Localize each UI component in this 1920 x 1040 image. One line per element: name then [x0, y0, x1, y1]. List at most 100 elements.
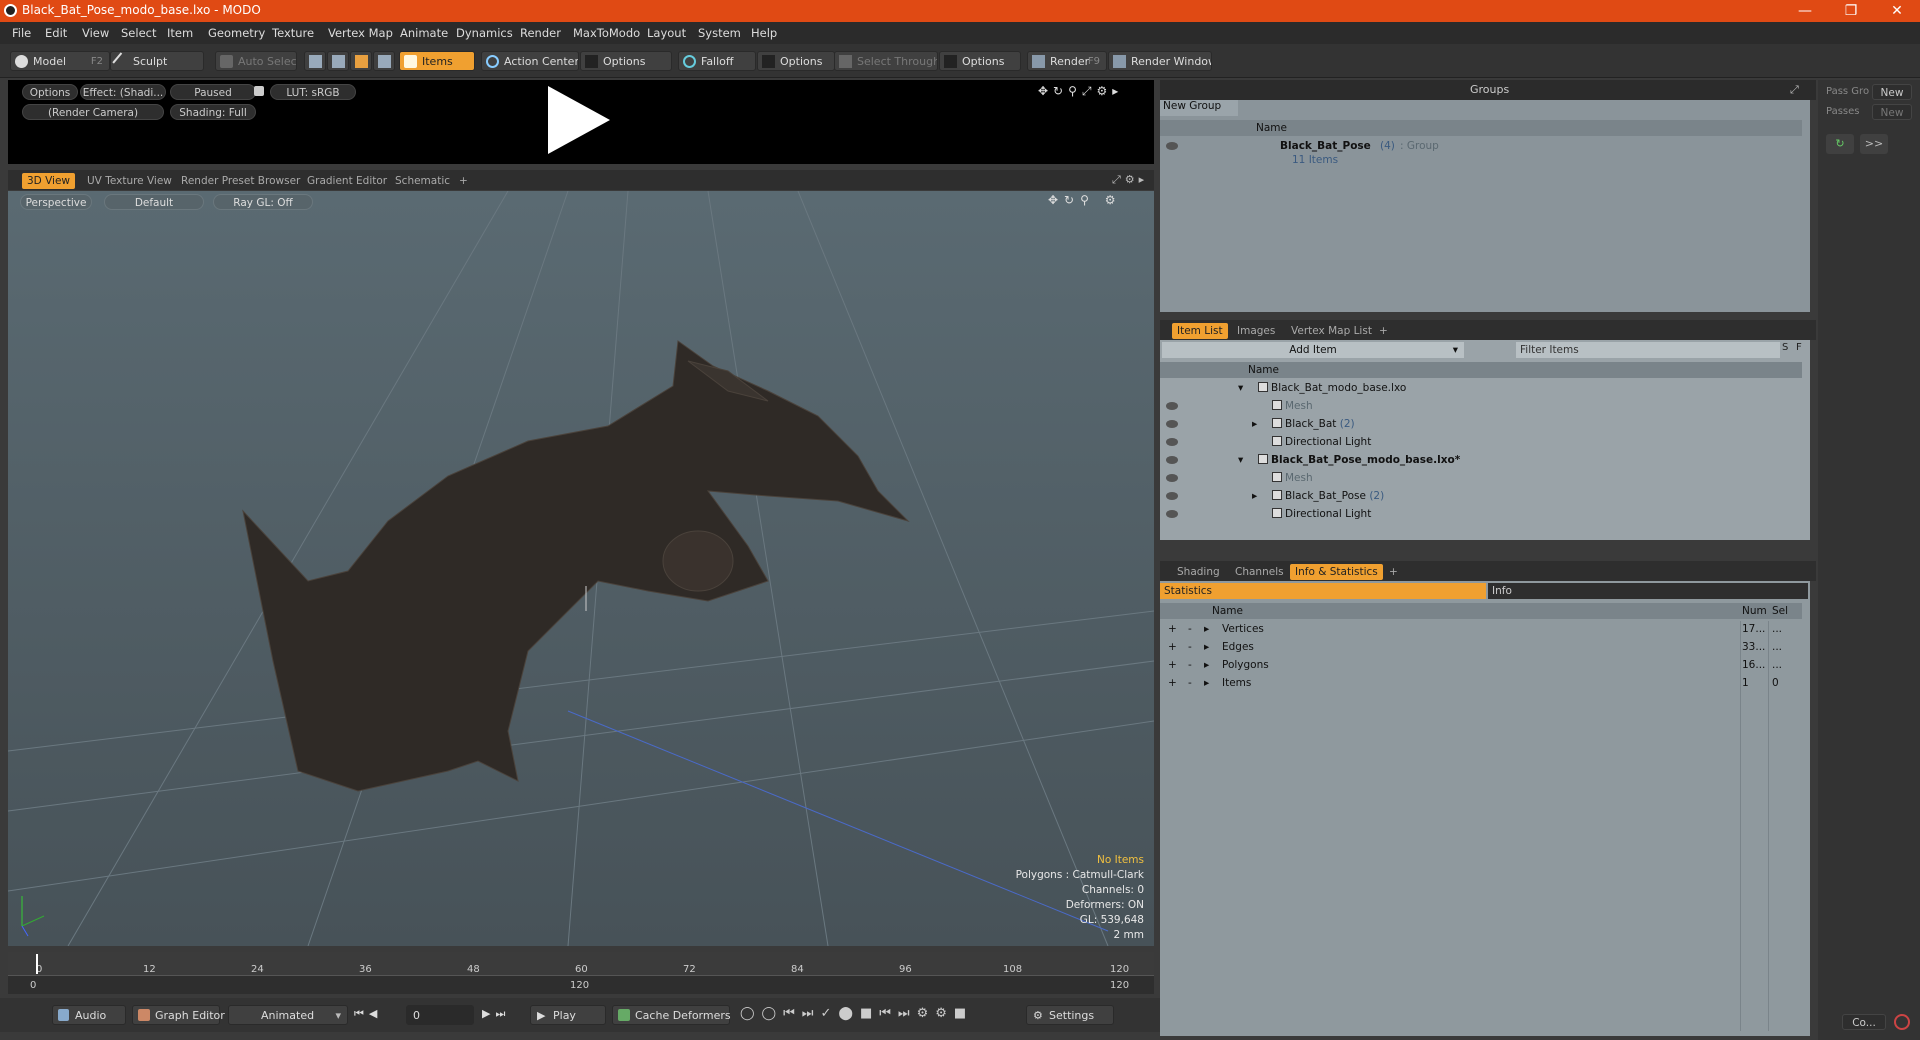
remove-icon[interactable]: -	[1188, 641, 1192, 653]
3d-viewport[interactable]: Perspective Default Ray GL: Off ✥↻⚲ ⚙ No…	[8, 191, 1154, 946]
filter-items-input[interactable]: Filter Items	[1516, 342, 1780, 358]
restore-icon[interactable]: ❐	[1828, 0, 1874, 22]
range-start[interactable]: 0	[30, 980, 36, 991]
tab-item-list[interactable]: Item List	[1172, 323, 1228, 339]
falloff-options-button[interactable]: Options	[757, 51, 835, 71]
close-icon[interactable]: ✕	[1874, 0, 1920, 22]
settings-button[interactable]: ⚙ Settings	[1026, 1005, 1114, 1025]
new-group-button[interactable]: New Group	[1160, 100, 1238, 116]
cache-deformers-button[interactable]: Cache Deformers	[612, 1005, 731, 1025]
tab-info-statistics[interactable]: Info & Statistics	[1290, 564, 1383, 580]
tab-statistics[interactable]: Statistics	[1160, 583, 1486, 599]
preview-options-button[interactable]: Options	[22, 84, 78, 100]
new-pass-group-button[interactable]: New	[1872, 84, 1912, 100]
visibility-eye-icon[interactable]	[1166, 456, 1178, 464]
items-mode-button[interactable]: Items	[399, 51, 475, 71]
chevron-right-icon[interactable]: ▸	[1252, 418, 1257, 430]
graph-editor-button[interactable]: Graph Editor	[132, 1005, 225, 1025]
preview-effect-dropdown[interactable]: Effect: (Shadi...	[80, 84, 166, 100]
panel-controls-icons[interactable]: ⤢⚙▸	[1112, 173, 1148, 187]
projection-dropdown[interactable]: Perspective	[20, 194, 92, 210]
tab-3d-view[interactable]: 3D View	[22, 173, 76, 189]
preview-camera-dropdown[interactable]: (Render Camera)	[22, 104, 164, 120]
refresh-icon[interactable]: ↻	[1826, 134, 1854, 154]
tab-images[interactable]: Images	[1232, 323, 1280, 339]
preview-nav-icons[interactable]: ✥↻⚲⤢⚙▸	[1038, 84, 1123, 99]
add-icon[interactable]: +	[1168, 641, 1177, 653]
remove-icon[interactable]: -	[1188, 677, 1192, 689]
visibility-eye-icon[interactable]	[1166, 142, 1178, 150]
tab-channels[interactable]: Channels	[1230, 564, 1289, 580]
select-through-options-button[interactable]: Options	[939, 51, 1021, 71]
tab-render-preset-browser[interactable]: Render Preset Browser	[176, 173, 305, 189]
auto-select-button[interactable]: Auto Select	[215, 51, 297, 71]
select-polygons-button[interactable]	[350, 51, 372, 71]
play-icon[interactable]	[548, 86, 610, 154]
tab-shading[interactable]: Shading	[1172, 564, 1225, 580]
menu-edit[interactable]: Edit	[45, 26, 67, 40]
chevron-down-icon[interactable]: ▾	[1238, 382, 1243, 394]
menu-texture[interactable]: Texture	[272, 26, 314, 40]
shading-style-dropdown[interactable]: Default	[104, 194, 204, 210]
add-tab-button[interactable]: +	[1374, 323, 1393, 339]
animated-dropdown[interactable]: Animated ▾	[228, 1005, 348, 1025]
tab-schematic[interactable]: Schematic	[390, 173, 455, 189]
list-item[interactable]: Mesh	[1160, 470, 1802, 488]
action-center-options-button[interactable]: Options	[580, 51, 672, 71]
model-mode-button[interactable]: Model F2	[10, 51, 110, 71]
preview-lut-dropdown[interactable]: LUT: sRGB	[270, 84, 356, 100]
new-pass-button[interactable]: New	[1872, 104, 1912, 120]
add-tab-button[interactable]: +	[1384, 564, 1403, 580]
visibility-eye-icon[interactable]	[1166, 492, 1178, 500]
more-button[interactable]: >>	[1860, 134, 1888, 154]
viewport-nav-icons[interactable]: ✥↻⚲ ⚙	[1048, 193, 1121, 207]
add-icon[interactable]: +	[1168, 623, 1177, 635]
action-center-button[interactable]: Action Center	[481, 51, 579, 71]
render-window-button[interactable]: Render Window	[1108, 51, 1212, 71]
chevron-right-icon[interactable]: ▸	[1204, 659, 1209, 671]
timeline-ruler[interactable]: 0 12 24 36 48 60 72 84 96 108 120	[8, 952, 1154, 976]
frame-step-back-icons[interactable]: ⏮◀	[354, 1007, 382, 1021]
range-end[interactable]: 120	[1110, 980, 1129, 991]
list-item[interactable]: ▾ Black_Bat_modo_base.lxo	[1160, 380, 1802, 398]
list-item[interactable]: ▾ Black_Bat_Pose_modo_base.lxo*	[1160, 452, 1802, 470]
chevron-right-icon[interactable]: ▸	[1204, 623, 1209, 635]
chevron-right-icon[interactable]: ▸	[1252, 490, 1257, 502]
menu-animate[interactable]: Animate	[400, 26, 448, 40]
add-tab-button[interactable]: +	[454, 173, 473, 189]
menu-select[interactable]: Select	[121, 26, 156, 40]
add-icon[interactable]: +	[1168, 659, 1177, 671]
add-icon[interactable]: +	[1168, 677, 1177, 689]
select-vertices-button[interactable]	[304, 51, 326, 71]
chevron-right-icon[interactable]: ▸	[1204, 677, 1209, 689]
table-row[interactable]: + - ▸ Edges 33... ...	[1160, 639, 1802, 657]
current-frame-field[interactable]: 0	[406, 1005, 474, 1025]
preview-shading-dropdown[interactable]: Shading: Full	[170, 104, 256, 120]
menu-view[interactable]: View	[82, 26, 109, 40]
frame-step-forward-icons[interactable]: ▶⏭	[482, 1007, 510, 1021]
stop-icon[interactable]	[1894, 1014, 1910, 1030]
tab-info[interactable]: Info	[1488, 583, 1808, 599]
audio-button[interactable]: Audio	[52, 1005, 126, 1025]
visibility-eye-icon[interactable]	[1166, 438, 1178, 446]
menu-layout[interactable]: Layout	[647, 26, 686, 40]
menu-help[interactable]: Help	[751, 26, 777, 40]
menu-maxtomodo[interactable]: MaxToModo	[573, 26, 640, 40]
table-row[interactable]: + - ▸ Items 1 0	[1160, 675, 1802, 693]
table-row[interactable]: + - ▸ Polygons 16... ...	[1160, 657, 1802, 675]
menu-system[interactable]: System	[698, 26, 741, 40]
tab-uv-texture-view[interactable]: UV Texture View	[82, 173, 177, 189]
tab-gradient-editor[interactable]: Gradient Editor	[302, 173, 392, 189]
menu-render[interactable]: Render	[520, 26, 561, 40]
remove-icon[interactable]: -	[1188, 623, 1192, 635]
select-materials-button[interactable]	[373, 51, 395, 71]
raygl-dropdown[interactable]: Ray GL: Off	[213, 194, 313, 210]
falloff-button[interactable]: Falloff	[678, 51, 756, 71]
menu-item[interactable]: Item	[167, 26, 193, 40]
menu-vertex-map[interactable]: Vertex Map	[328, 26, 393, 40]
list-item[interactable]: Directional Light	[1160, 506, 1802, 524]
playhead[interactable]	[36, 954, 38, 974]
sculpt-mode-button[interactable]: Sculpt	[110, 51, 204, 71]
visibility-eye-icon[interactable]	[1166, 474, 1178, 482]
visibility-eye-icon[interactable]	[1166, 402, 1178, 410]
